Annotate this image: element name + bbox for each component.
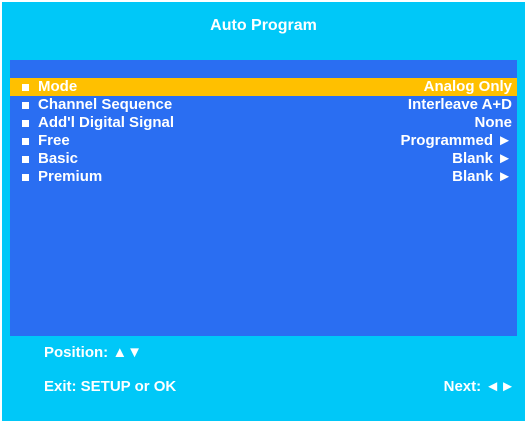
bullet-icon <box>22 120 29 127</box>
menu-item-label: Basic <box>38 150 79 167</box>
position-hint: Position: ▲▼ <box>44 344 143 361</box>
menu-item-value: Blank ► <box>452 168 512 185</box>
menu-item-channel-sequence[interactable]: Channel Sequence Interleave A+D <box>10 96 517 114</box>
auto-program-screen: Auto Program Mode Analog Only Channel Se… <box>2 2 525 421</box>
menu-item-premium[interactable]: Premium Blank ► <box>10 168 517 186</box>
menu-item-addl-digital-signal[interactable]: Add'l Digital Signal None <box>10 114 517 132</box>
menu-item-label: Mode <box>38 78 78 95</box>
menu-item-label: Add'l Digital Signal <box>38 114 175 131</box>
menu-item-value: Interleave A+D <box>407 96 512 113</box>
menu-item-label: Premium <box>38 168 103 185</box>
bullet-icon <box>22 102 29 109</box>
menu-item-free[interactable]: Free Programmed ► <box>10 132 517 150</box>
exit-hint: Exit: SETUP or OK <box>44 378 177 395</box>
menu-item-label: Free <box>38 132 70 149</box>
menu-item-mode[interactable]: Mode Analog Only <box>10 78 517 96</box>
bullet-icon <box>22 138 29 145</box>
page-title: Auto Program <box>210 17 317 34</box>
bullet-icon <box>22 156 29 163</box>
next-hint: Next: ◄► <box>443 378 515 395</box>
menu-item-basic[interactable]: Basic Blank ► <box>10 150 517 168</box>
bullet-icon <box>22 174 29 181</box>
menu-item-value: None <box>474 114 513 131</box>
menu-panel: Mode Analog Only Channel Sequence Interl… <box>10 60 517 336</box>
menu-item-value: Blank ► <box>452 150 512 167</box>
menu-item-label: Channel Sequence <box>38 96 173 113</box>
bullet-icon <box>22 84 29 91</box>
menu-item-value: Programmed ► <box>400 132 512 149</box>
menu-item-value: Analog Only <box>423 78 512 95</box>
